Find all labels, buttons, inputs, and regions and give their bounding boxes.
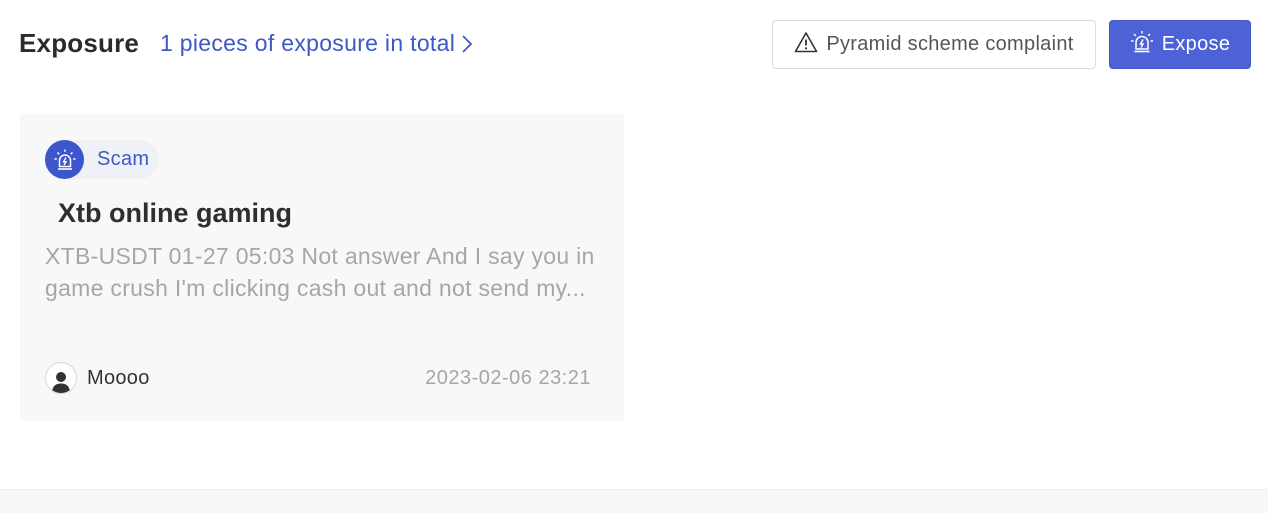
total-exposure-link[interactable]: 1 pieces of exposure in total [160,30,477,57]
card-date: 2023-02-06 23:21 [425,367,591,389]
footer-divider [0,489,1268,513]
exposure-card[interactable]: Scam Xtb online gaming XTB-USDT 01-27 05… [20,114,624,421]
chevron-right-icon [461,34,477,54]
alarm-siren-icon [1130,30,1154,60]
author-name: Moooo [87,366,150,389]
page-title: Exposure [19,28,140,58]
warning-triangle-icon [794,31,818,59]
category-tag-label: Scam [97,148,150,170]
card-title[interactable]: Xtb online gaming [58,198,292,229]
expose-label: Expose [1161,33,1231,55]
expose-button[interactable]: Expose [1109,20,1251,69]
card-author: Moooo [45,362,150,394]
alarm-siren-icon [45,140,84,179]
card-description: XTB-USDT 01-27 05:03 Not answer And I sa… [45,243,595,301]
pyramid-complaint-button[interactable]: Pyramid scheme complaint [772,20,1096,69]
total-exposure-label: 1 pieces of exposure in total [160,30,456,56]
category-tag: Scam [45,140,159,179]
pyramid-complaint-label: Pyramid scheme complaint [826,33,1074,55]
user-avatar-icon [45,362,77,394]
exposure-page: Exposure 1 pieces of exposure in total P… [0,0,1268,513]
